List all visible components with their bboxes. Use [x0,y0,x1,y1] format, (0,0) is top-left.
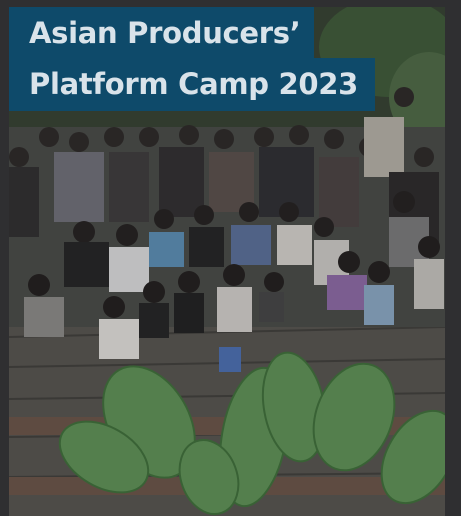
title-line-1: Asian Producers’ [9,7,314,58]
title-line-2: Platform Camp 2023 [9,58,375,111]
card-title: Asian Producers’ Platform Camp 2023 [9,7,375,111]
event-card[interactable]: Asian Producers’ Platform Camp 2023 [9,7,445,516]
